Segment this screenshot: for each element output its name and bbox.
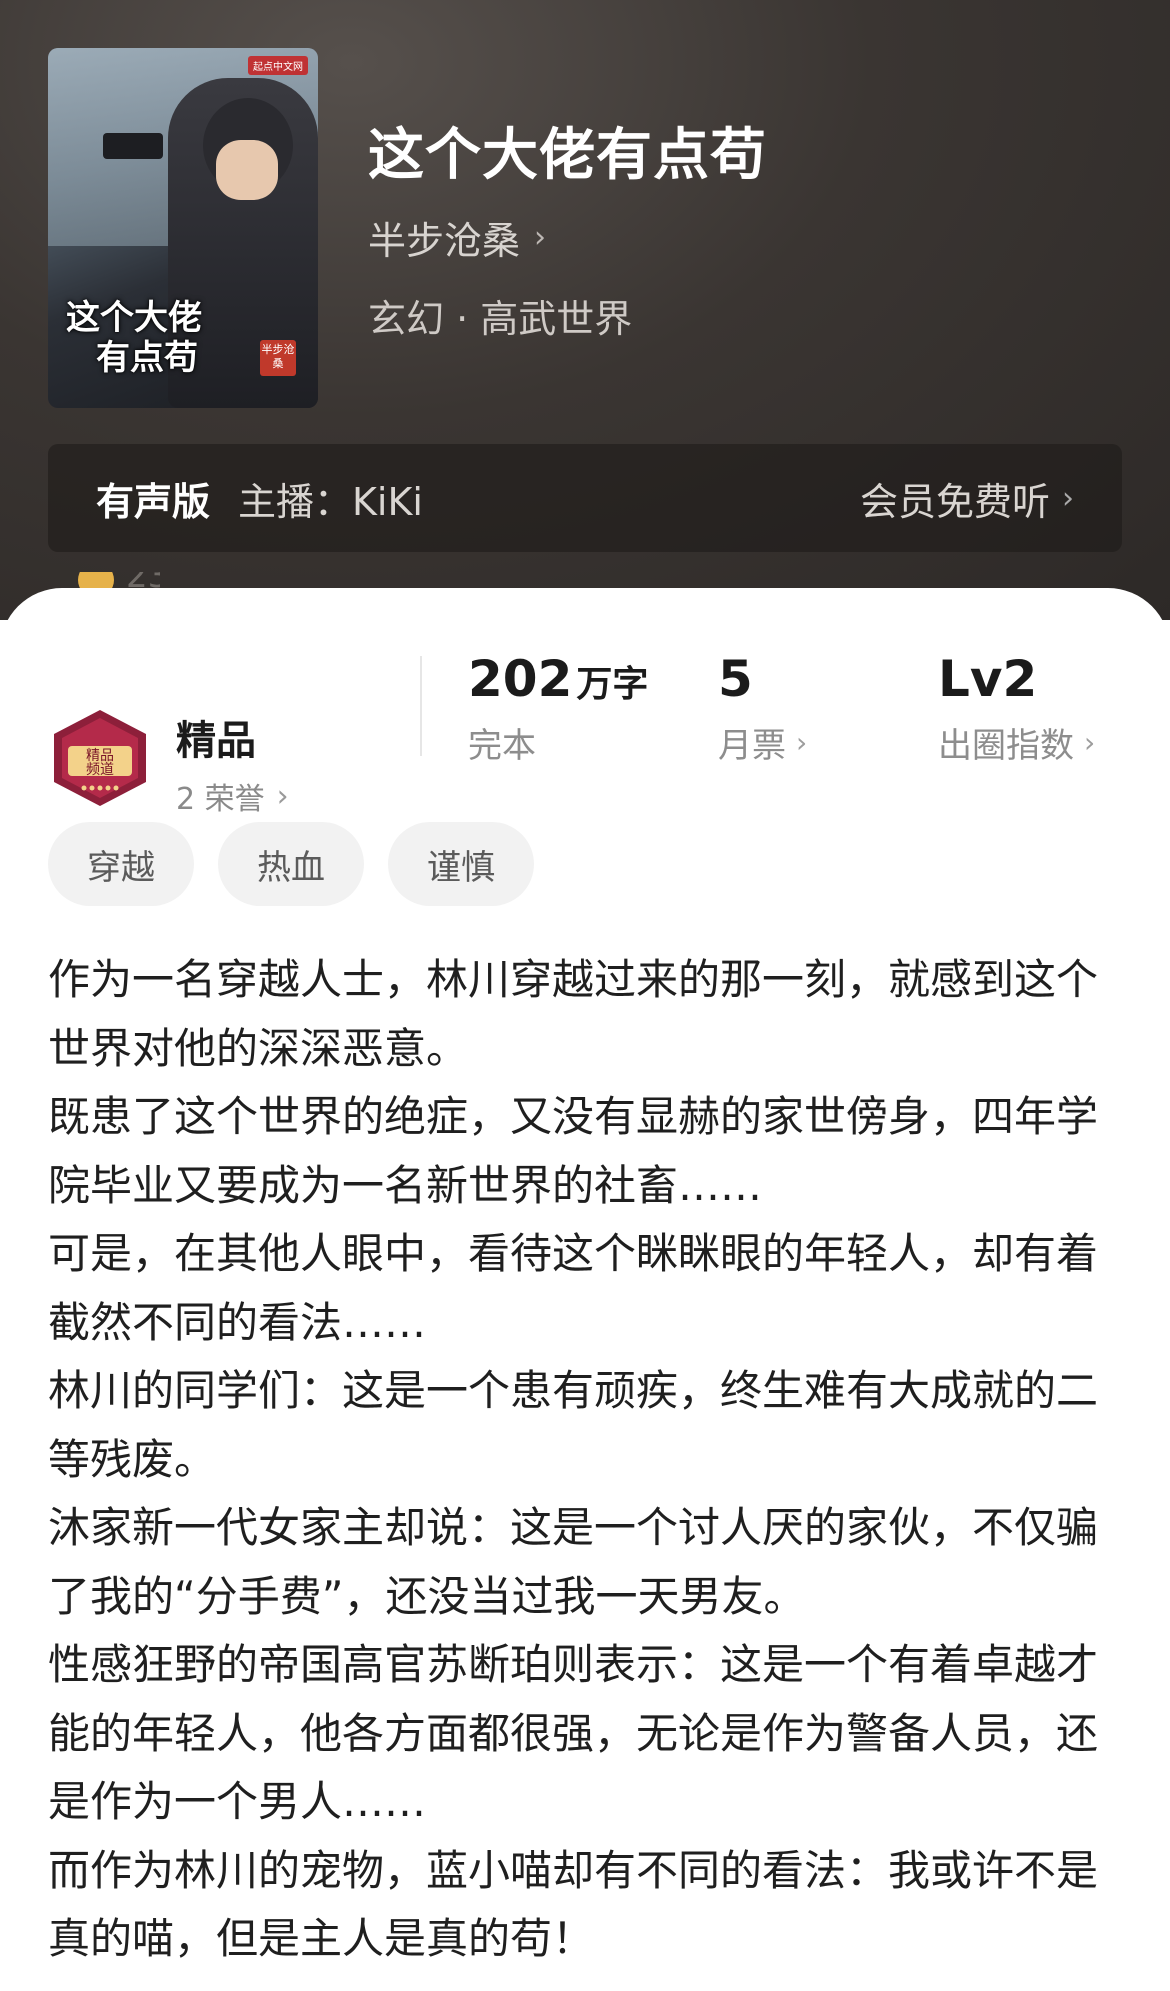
stat-label: 月票 (718, 726, 786, 766)
stats-divider (420, 656, 422, 756)
honor-link[interactable]: 2 荣誉 › (176, 774, 289, 818)
stat-monthly-ticket[interactable]: 5 月票 › (718, 650, 807, 767)
tag-list: 穿越 热血 谨慎 (48, 822, 534, 906)
book-title: 这个大佬有点苟 (368, 123, 767, 188)
tag-chip[interactable]: 谨慎 (388, 822, 534, 906)
cover-face (216, 140, 278, 200)
description-paragraph: 林川的同学们：这是一个患有顽疾，终生难有大成就的二等残废。 (48, 1366, 1099, 1484)
honor-count: 2 荣誉 (176, 782, 265, 817)
description-paragraph: 可是，在其他人眼中，看待这个眯眯眼的年轻人，却有着截然不同的看法…… (48, 1229, 1099, 1347)
stat-word-count: 202 万字 完本 (468, 650, 648, 767)
cover-gun (103, 133, 163, 159)
stat-value: 202 (468, 650, 573, 708)
author-link[interactable]: 半步沧桑 › (368, 210, 546, 265)
book-header: 起点中文网 这个大佬 有点苟 半步沧桑 这个大佬有点苟 半步沧桑 › 玄幻 · … (0, 0, 1170, 620)
description-paragraph: 而作为林川的宠物，蓝小喵却有不同的看法：我或许不是真的喵，但是主人是真的苟！ (48, 1845, 1099, 1964)
stat-label: 完本 (468, 726, 536, 766)
cover-badge: 起点中文网 (248, 56, 308, 75)
audio-host: 主播：KiKi (238, 479, 423, 524)
listen-free-button[interactable]: 会员免费听 › (860, 471, 1074, 526)
cover-title: 这个大佬 有点苟 (66, 298, 202, 378)
audio-version-bar[interactable]: 有声版 主播：KiKi 会员免费听 › (48, 444, 1122, 552)
stat-label: 出圈指数 (938, 726, 1074, 766)
badge-text-1: 精品 (86, 748, 114, 764)
description-paragraph: 性感狂野的帝国高官苏断珀则表示：这是一个有着卓越才能的年轻人，他各方面都很强，无… (48, 1640, 1099, 1826)
audio-label: 有声版 (96, 479, 211, 524)
premium-badge-icon[interactable]: 精品 频道 (48, 708, 152, 808)
book-description[interactable]: 作为一名穿越人士，林川穿越过来的那一刻，就感到这个世界对他的深深恶意。 既患了这… (48, 946, 1122, 1974)
stat-value: 5 (718, 650, 753, 708)
chevron-right-icon: › (796, 726, 808, 759)
cover-seal: 半步沧桑 (260, 340, 296, 376)
chevron-right-icon: › (534, 220, 547, 255)
chevron-right-icon: › (276, 778, 289, 814)
description-paragraph: 既患了这个世界的绝症，又没有显赫的家世傍身，四年学院毕业又要成为一名新世界的社畜… (48, 1092, 1099, 1210)
description-paragraph: 沐家新一代女家主却说：这是一个讨人厌的家伙，不仅骗了我的“分手费”，还没当过我一… (48, 1503, 1099, 1621)
stat-popularity-index[interactable]: Lv2 出圈指数 › (938, 650, 1095, 767)
honor-title: 精品 (176, 718, 256, 764)
listen-free-label: 会员免费听 (859, 479, 1050, 524)
chevron-right-icon: › (1084, 726, 1096, 759)
description-paragraph: 作为一名穿越人士，林川穿越过来的那一刻，就感到这个世界对他的深深恶意。 (48, 955, 1099, 1073)
chevron-right-icon: › (1062, 480, 1074, 516)
tag-chip[interactable]: 穿越 (48, 822, 194, 906)
author-name: 半步沧桑 (368, 219, 521, 263)
stat-value: Lv2 (938, 650, 1038, 708)
tag-chip[interactable]: 热血 (218, 822, 364, 906)
book-genre: 玄幻 · 高武世界 (368, 297, 633, 341)
stat-unit: 万字 (576, 664, 649, 705)
book-cover[interactable]: 起点中文网 这个大佬 有点苟 半步沧桑 (48, 48, 318, 408)
badge-text-2: 频道 (86, 762, 114, 778)
